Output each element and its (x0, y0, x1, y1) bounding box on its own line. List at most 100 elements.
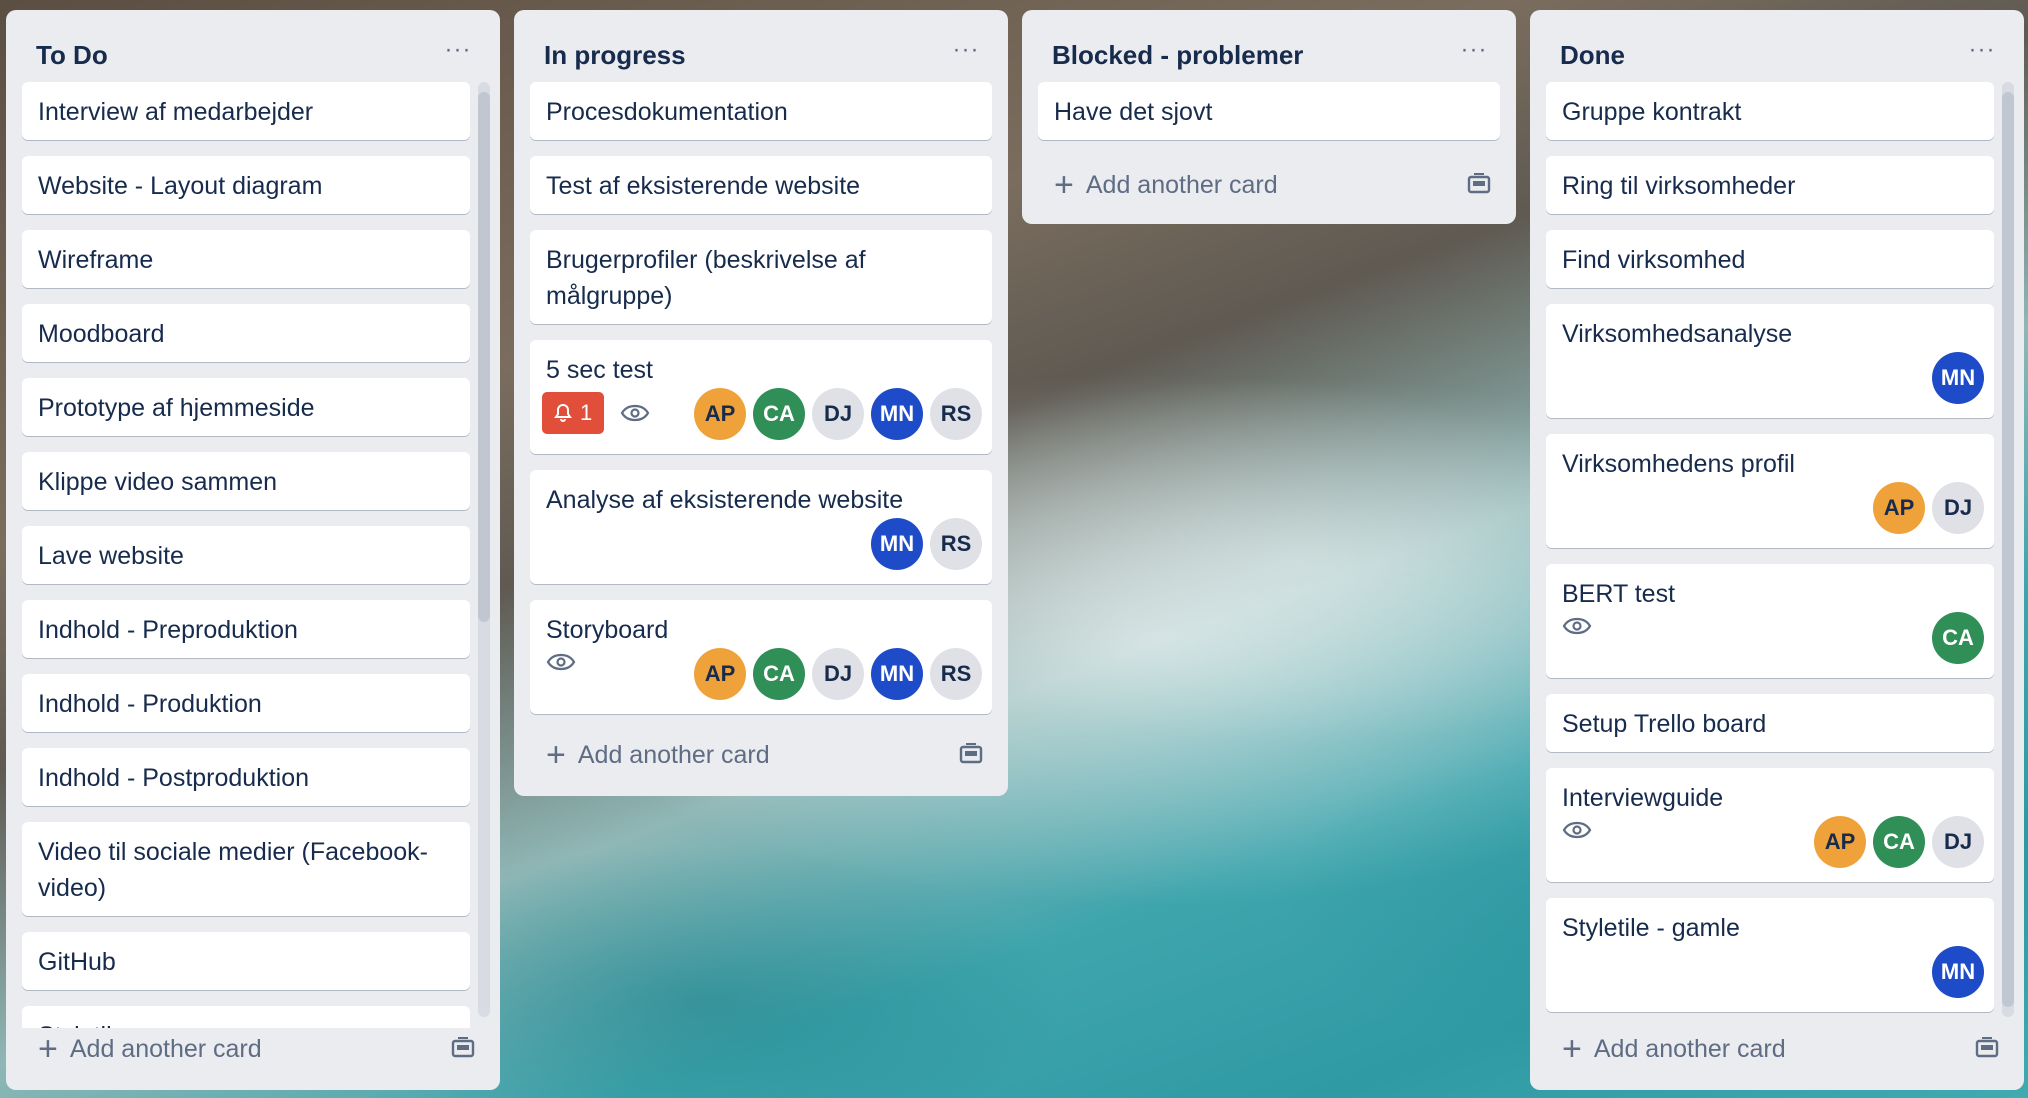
card-title: Website - Layout diagram (38, 172, 323, 200)
list-done: Done ··· Gruppe kontrakt Ring til virkso… (1530, 10, 2024, 1090)
scroll-thumb[interactable] (2002, 92, 2014, 1007)
card-members: MN (1932, 946, 1984, 998)
avatar[interactable]: CA (753, 388, 805, 440)
list-header: Blocked - problemer ··· (1022, 10, 1516, 82)
card[interactable]: Virksomhedens profil AP DJ (1546, 434, 1994, 548)
add-card-label: Add another card (1085, 170, 1278, 199)
eye-icon (1562, 617, 1592, 635)
notification-badge[interactable]: 1 (542, 392, 605, 434)
plus-icon: + (1562, 1030, 1582, 1068)
avatar[interactable]: RS (930, 388, 982, 440)
avatar[interactable]: RS (930, 518, 982, 570)
card[interactable]: Indhold - Produktion (22, 674, 470, 732)
card-title: Interviewguide (1562, 784, 1724, 812)
plus-icon: + (38, 1030, 58, 1068)
card[interactable]: Styletile - gamle MN (1546, 898, 1994, 1012)
avatar[interactable]: MN (1932, 352, 1984, 404)
card[interactable]: Have det sjovt (1038, 82, 1500, 140)
card[interactable]: Gruppe kontrakt (1546, 82, 1994, 140)
more-icon[interactable]: ··· (1456, 36, 1492, 64)
card-template-icon[interactable] (1466, 172, 1492, 196)
avatar[interactable]: DJ (812, 648, 864, 700)
card[interactable]: Brugerprofiler (beskrivelse af målgruppe… (530, 230, 992, 324)
avatar[interactable]: CA (753, 648, 805, 700)
avatar[interactable]: AP (1814, 816, 1866, 868)
add-card-button[interactable]: + Add another card (530, 728, 992, 782)
card[interactable]: Moodboard (22, 304, 470, 362)
card-title: Indhold - Produktion (38, 690, 262, 718)
card[interactable]: Indhold - Postproduktion (22, 748, 470, 806)
card[interactable]: Interviewguide AP CA DJ (1546, 768, 1994, 882)
card-template-icon[interactable] (958, 742, 984, 766)
avatar[interactable]: MN (871, 648, 923, 700)
more-icon[interactable]: ··· (948, 36, 984, 64)
card-badges (1562, 820, 1592, 840)
card[interactable]: Virksomhedsanalyse MN (1546, 304, 1994, 418)
more-icon[interactable]: ··· (1964, 36, 2000, 64)
scrollbar[interactable] (478, 82, 490, 1017)
card[interactable]: Prototype af hjemmeside (22, 378, 470, 436)
avatar[interactable]: DJ (1932, 816, 1984, 868)
add-card-button[interactable]: + Add another card (1038, 158, 1500, 212)
eye-icon (1562, 821, 1592, 839)
card-title: Indhold - Postproduktion (38, 764, 310, 792)
card[interactable]: Ring til virksomheder (1546, 156, 1994, 214)
avatar[interactable]: AP (694, 388, 746, 440)
scroll-thumb[interactable] (478, 92, 490, 622)
avatar[interactable]: MN (1932, 946, 1984, 998)
avatar[interactable]: DJ (812, 388, 864, 440)
list-title[interactable]: To Do (36, 40, 108, 71)
card-title: Moodboard (38, 320, 165, 348)
more-icon[interactable]: ··· (440, 36, 476, 64)
card[interactable]: Analyse af eksisterende website MN RS (530, 470, 992, 584)
eye-icon (620, 404, 650, 422)
card[interactable]: Setup Trello board (1546, 694, 1994, 752)
card[interactable]: Storyboard AP CA DJ MN RS (530, 600, 992, 714)
avatar[interactable]: DJ (1932, 482, 1984, 534)
card-footer: CA (1562, 612, 1984, 670)
card[interactable]: Find virksomhed (1546, 230, 1994, 288)
card[interactable]: GitHub (22, 932, 470, 990)
avatar[interactable]: RS (930, 648, 982, 700)
card-title: Styletile - gamle (1562, 914, 1740, 942)
card-template-icon[interactable] (1974, 1036, 2000, 1060)
add-card-button[interactable]: + Add another card (1546, 1022, 2008, 1076)
list-title[interactable]: Blocked - problemer (1052, 40, 1303, 71)
avatar[interactable]: AP (694, 648, 746, 700)
card[interactable]: BERT test CA (1546, 564, 1994, 678)
avatar[interactable]: CA (1932, 612, 1984, 664)
card[interactable]: Video til sociale medier (Facebook-video… (22, 822, 470, 916)
card[interactable]: 5 sec test 1 AP CA DJ MN RS (530, 340, 992, 454)
card[interactable]: Procesdokumentation (530, 82, 992, 140)
card-title: Prototype af hjemmeside (38, 394, 315, 422)
card-footer: MN RS (546, 518, 982, 576)
list-title[interactable]: In progress (544, 40, 686, 71)
card-list: Interview af medarbejder Website - Layou… (22, 82, 470, 1028)
card[interactable]: Wireframe (22, 230, 470, 288)
list-title[interactable]: Done (1560, 40, 1625, 71)
card-badges (1562, 616, 1592, 636)
card-list: Procesdokumentation Test af eksisterende… (530, 82, 992, 730)
card-footer: AP CA DJ MN RS (546, 648, 982, 706)
scrollbar[interactable] (2002, 82, 2014, 1017)
card[interactable]: Klippe video sammen (22, 452, 470, 510)
card[interactable]: Indhold - Preproduktion (22, 600, 470, 658)
add-card-label: Add another card (577, 740, 770, 769)
avatar[interactable]: AP (1873, 482, 1925, 534)
avatar[interactable]: CA (1873, 816, 1925, 868)
card[interactable]: Lave website (22, 526, 470, 584)
avatar[interactable]: MN (871, 518, 923, 570)
card[interactable]: Interview af medarbejder (22, 82, 470, 140)
card-template-icon[interactable] (450, 1036, 476, 1060)
card-badges: 1 (542, 392, 650, 434)
card[interactable]: Test af eksisterende website (530, 156, 992, 214)
add-card-button[interactable]: + Add another card (22, 1022, 484, 1076)
card[interactable]: Website - Layout diagram (22, 156, 470, 214)
plus-icon: + (1054, 166, 1074, 204)
notification-count: 1 (580, 400, 593, 425)
list-header: To Do ··· (6, 10, 500, 82)
list-to-do: To Do ··· Interview af medarbejder Websi… (6, 10, 500, 1090)
card-title: Have det sjovt (1054, 98, 1213, 126)
avatar[interactable]: MN (871, 388, 923, 440)
card-members: AP CA DJ (1814, 816, 1984, 868)
